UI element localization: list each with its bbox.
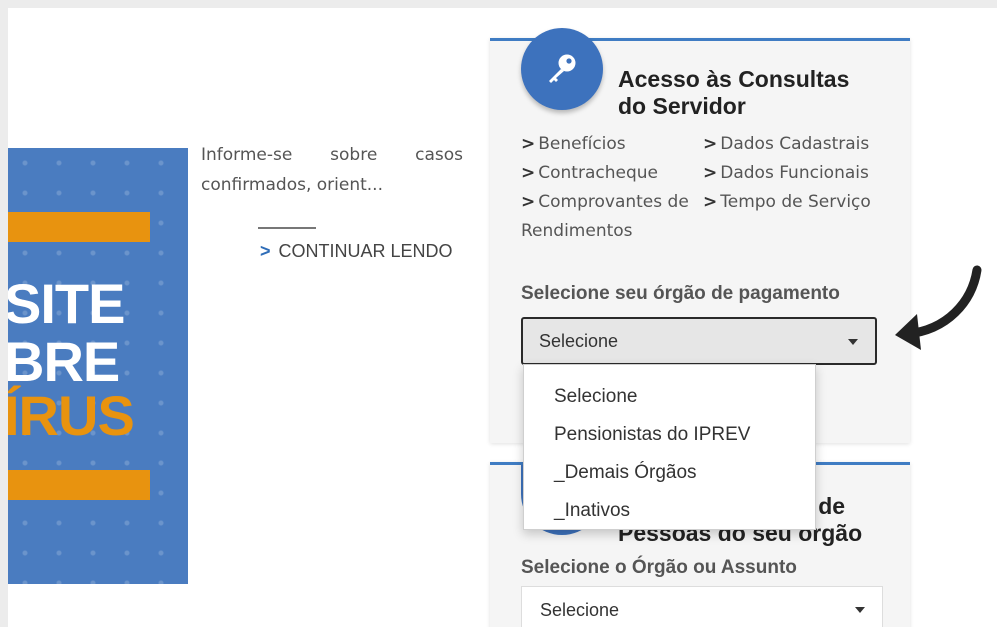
banner-word-1: SITE	[8, 272, 125, 335]
links-column-left: > Benefícios > Contracheque > Comprovantes …	[521, 130, 691, 246]
orgao-pagamento-select[interactable]: Selecione	[521, 317, 877, 365]
caret-down-icon	[848, 339, 858, 345]
link-dados-funcionais[interactable]: > Dados Funcionais	[703, 159, 903, 188]
orgao-assunto-select[interactable]: Selecione	[521, 586, 883, 627]
card-title-line-1: Acesso às Consultas	[618, 66, 850, 92]
link-beneficios[interactable]: > Benefícios	[521, 130, 691, 159]
link-label: Dados Funcionais	[720, 163, 869, 183]
link-comprovantes-rendimentos[interactable]: > Comprovantes de Rendimentos	[521, 188, 691, 246]
link-label: Benefícios	[538, 134, 626, 154]
article-excerpt: Informe-se sobre casos confirmados, orie…	[201, 140, 463, 200]
link-label: Tempo de Serviço	[720, 192, 871, 212]
card-title: Acesso às Consultas do Servidor	[618, 66, 849, 120]
banner-stripe-bottom	[8, 470, 150, 500]
chevron-right-icon: >	[521, 192, 536, 212]
orgao-pagamento-label: Selecione seu órgão de pagamento	[521, 283, 840, 304]
dropdown-option[interactable]: _Inativos	[554, 500, 630, 522]
excerpt-line-1: Informe-se sobre casos	[201, 145, 463, 165]
key-icon	[521, 28, 603, 110]
banner-word-2: BRE	[8, 330, 120, 393]
chevron-right-icon: >	[521, 163, 536, 183]
cut-off-text-fragment	[68, 616, 188, 627]
dropdown-option[interactable]: _Demais Órgãos	[554, 462, 697, 484]
page: SITE BRE ÍRUS Informe-se sobre casos con…	[8, 8, 997, 627]
link-label: Comprovantes de Rendimentos	[521, 192, 689, 241]
chevron-right-icon: >	[703, 192, 718, 212]
caret-down-icon	[855, 607, 865, 613]
link-tempo-servico[interactable]: > Tempo de Serviço	[703, 188, 903, 217]
link-contracheque[interactable]: > Contracheque	[521, 159, 691, 188]
covid-banner-image[interactable]: SITE BRE ÍRUS	[8, 148, 188, 584]
banner-stripe-top	[8, 212, 150, 242]
continue-reading-link[interactable]: > CONTINUAR LENDO	[260, 241, 453, 262]
chevron-right-icon: >	[703, 163, 718, 183]
select-value: Selecione	[540, 600, 620, 620]
card-title-line-2: do Servidor	[618, 93, 746, 119]
chevron-right-icon: >	[260, 241, 271, 261]
select-value: Selecione	[539, 331, 619, 351]
chevron-right-icon: >	[703, 134, 718, 154]
link-label: Contracheque	[538, 163, 658, 183]
banner-word-3: ÍRUS	[8, 384, 135, 447]
dropdown-option[interactable]: Selecione	[554, 386, 637, 408]
continue-reading-label: CONTINUAR LENDO	[278, 241, 453, 261]
excerpt-line-2: confirmados, orient...	[201, 175, 383, 195]
link-label: Dados Cadastrais	[720, 134, 870, 154]
link-dados-cadastrais[interactable]: > Dados Cadastrais	[703, 130, 903, 159]
dropdown-option[interactable]: Pensionistas do IPREV	[554, 424, 750, 446]
pointer-arrow-icon	[895, 265, 982, 350]
orgao-pagamento-dropdown: Selecione Pensionistas do IPREV _Demais …	[523, 364, 816, 530]
excerpt-divider	[258, 227, 316, 229]
chevron-right-icon: >	[521, 134, 536, 154]
orgao-assunto-label: Selecione o Órgão ou Assunto	[521, 557, 797, 578]
links-column-right: > Dados Cadastrais > Dados Funcionais > Tem…	[703, 130, 903, 217]
